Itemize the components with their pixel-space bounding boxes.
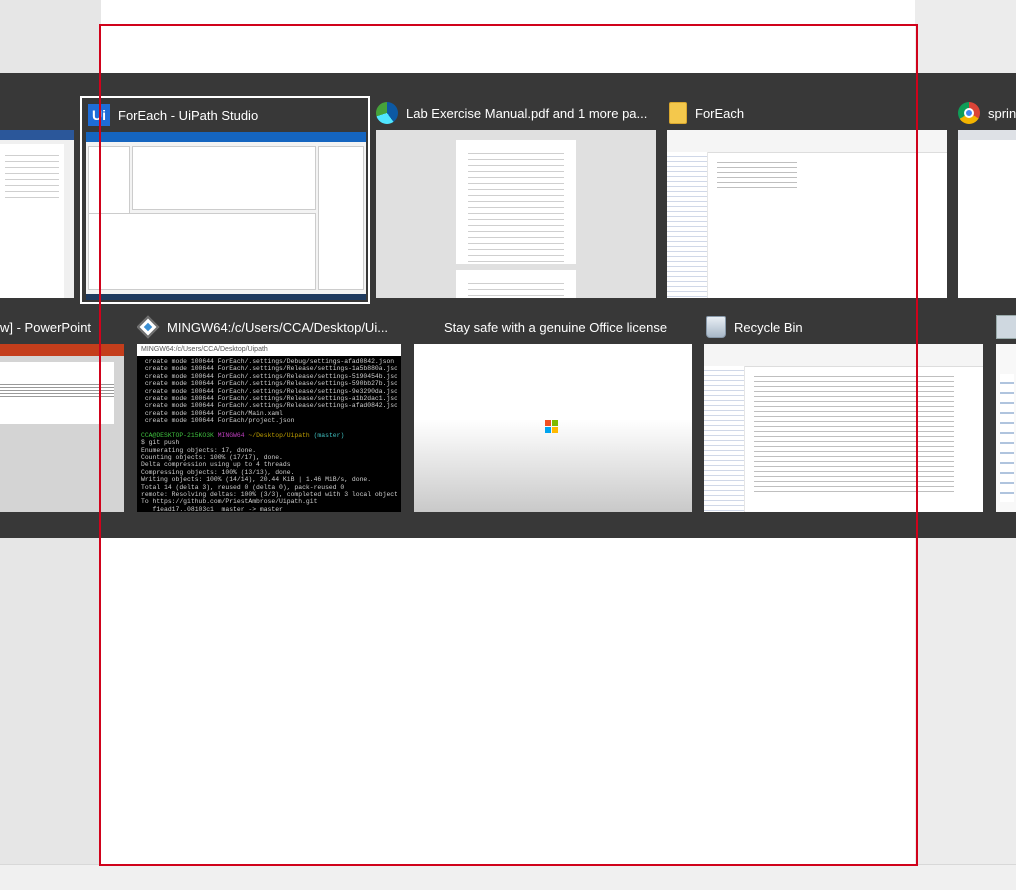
window-thumbnail[interactable]: MINGW64:/c/Users/CCA/Desktop/Uipath crea… — [137, 344, 401, 512]
window-thumbnail[interactable] — [0, 344, 124, 512]
terminal-line: create mode 100644 ForEach/Main.xaml — [141, 409, 283, 417]
edge-icon — [376, 102, 398, 124]
window-title: Stay safe with a genuine Office license — [444, 319, 668, 335]
window-thumbnail[interactable] — [667, 130, 947, 298]
task-switcher: Ui ForEach - UiPath Studio Lab Exercise … — [0, 73, 1016, 538]
terminal-output: create mode 100644 ForEach/.settings/Deb… — [137, 356, 401, 512]
bottom-status-strip — [0, 864, 1016, 890]
terminal-line: Enumerating objects: 17, done. — [141, 446, 257, 454]
microsoft-logo-icon — [545, 420, 558, 433]
terminal-line: create mode 100644 ForEach/.settings/Deb… — [141, 358, 395, 365]
terminal-line: Delta compression using up to 4 threads — [141, 461, 291, 469]
window-recycle-bin[interactable]: Recycle Bin — [704, 310, 984, 512]
terminal-line: $ git push — [141, 439, 180, 447]
window-thumbnail[interactable] — [958, 130, 1016, 298]
terminal-line: CCA@DESKTOP-215KO3K MINGW64 ~/Desktop/Ui… — [141, 432, 397, 439]
terminal-line: f1ead17..08103c1 master -> master — [141, 505, 283, 512]
chrome-icon — [958, 102, 980, 124]
window-title: Recycle Bin — [734, 319, 803, 335]
window-git-bash[interactable]: MINGW64:/c/Users/CCA/Desktop/Ui... MINGW… — [137, 310, 403, 512]
window-file-explorer[interactable]: ForEach — [667, 96, 947, 298]
window-title: ForEach - UiPath Studio — [118, 107, 259, 123]
window-partial-right[interactable] — [996, 310, 1016, 512]
window-title: Lab Exercise Manual.pdf and 1 more pa... — [406, 105, 648, 121]
window-pdf-viewer[interactable]: Lab Exercise Manual.pdf and 1 more pa... — [376, 96, 656, 298]
git-icon — [137, 315, 160, 339]
terminal-line: create mode 100644 ForEach/.settings/Rel… — [141, 394, 397, 402]
terminal-line: create mode 100644 ForEach/.settings/Rel… — [141, 365, 397, 373]
terminal-prompt-segment: ~/Desktop/Uipath — [244, 431, 310, 439]
window-thumbnail[interactable] — [0, 130, 74, 298]
window-thumbnail[interactable] — [414, 344, 692, 512]
window-title: ForEach — [695, 105, 745, 121]
window-office-license[interactable]: Stay safe with a genuine Office license — [414, 310, 692, 512]
window-powerpoint[interactable]: w] - PowerPoint — [0, 310, 124, 512]
window-title: sprint — [988, 105, 1016, 121]
window-title: w] - PowerPoint — [0, 319, 92, 335]
office-icon — [414, 316, 436, 338]
window-thumbnail[interactable] — [376, 130, 656, 298]
terminal-prompt-segment: MINGW64 — [213, 431, 245, 439]
terminal-line: create mode 100644 ForEach/.settings/Rel… — [141, 380, 397, 388]
folder-icon — [669, 102, 687, 124]
terminal-prompt-segment: (master) — [309, 431, 345, 439]
terminal-line: Compressing objects: 100% (13/13), done. — [141, 468, 295, 476]
terminal-line: create mode 100644 ForEach/.settings/Rel… — [141, 402, 397, 410]
terminal-titlebar: MINGW64:/c/Users/CCA/Desktop/Uipath — [137, 344, 401, 356]
terminal-prompt-segment: CCA@DESKTOP-215KO3K — [141, 431, 214, 439]
terminal-line: Counting objects: 100% (17/17), done. — [141, 454, 283, 462]
terminal-line: Writing objects: 100% (14/14), 20.44 KiB… — [141, 476, 372, 484]
terminal-line: Total 14 (delta 3), reused 0 (delta 0), … — [141, 483, 345, 491]
terminal-line: create mode 100644 ForEach/project.json — [141, 417, 295, 425]
terminal-line: remote: Resolving deltas: 100% (3/3), co… — [141, 491, 397, 499]
recycle-bin-icon — [706, 316, 726, 338]
app-icon — [996, 315, 1016, 339]
window-thumbnail[interactable] — [996, 344, 1016, 512]
terminal-line: create mode 100644 ForEach/.settings/Rel… — [141, 387, 397, 395]
terminal-line: create mode 100644 ForEach/.settings/Rel… — [141, 372, 397, 380]
window-word[interactable] — [0, 130, 74, 298]
terminal-line: To https://github.com/PriestAmbrose/Uipa… — [141, 498, 318, 506]
window-title: MINGW64:/c/Users/CCA/Desktop/Ui... — [167, 319, 389, 335]
terminal-view: MINGW64:/c/Users/CCA/Desktop/Uipath crea… — [137, 344, 401, 512]
uipath-icon: Ui — [88, 104, 110, 126]
window-chrome[interactable]: sprint — [958, 96, 1016, 298]
window-thumbnail[interactable] — [86, 132, 366, 300]
window-uipath-studio[interactable]: Ui ForEach - UiPath Studio — [80, 96, 370, 304]
window-thumbnail[interactable] — [704, 344, 983, 512]
